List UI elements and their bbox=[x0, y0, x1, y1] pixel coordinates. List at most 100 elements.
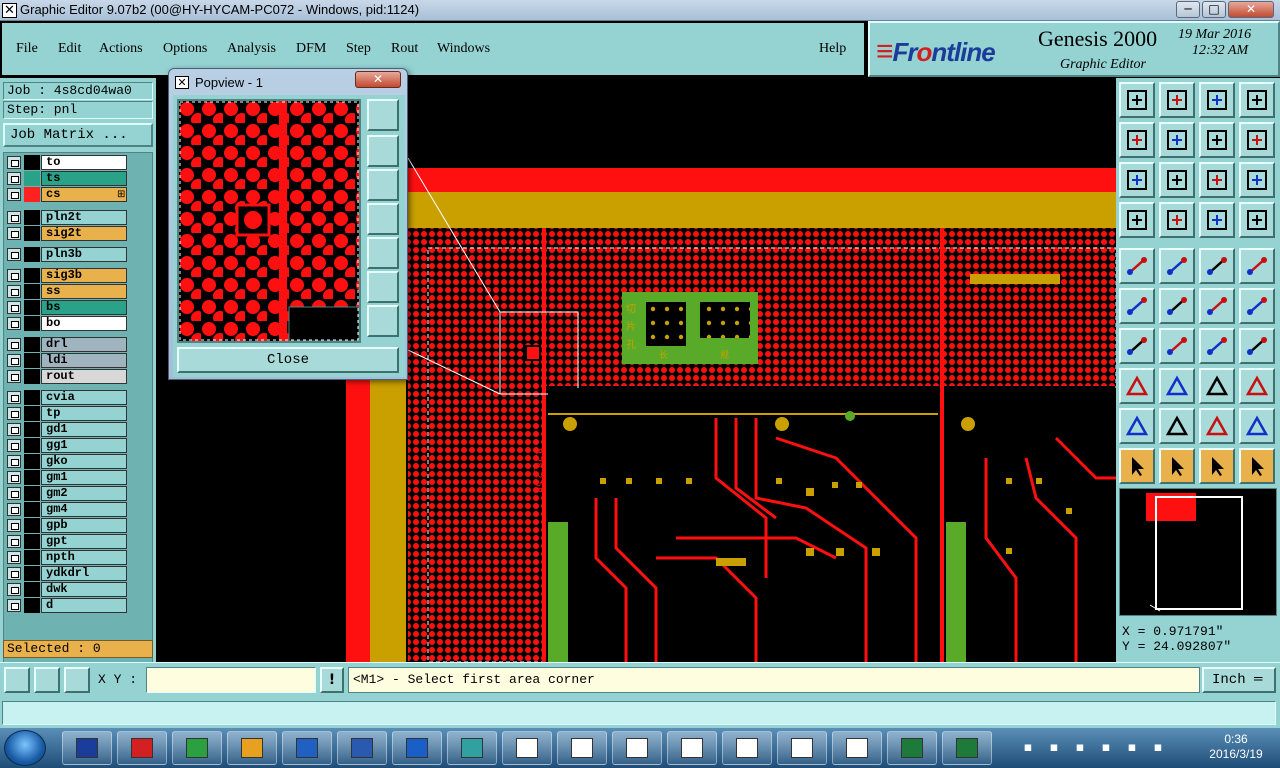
layer-name[interactable]: sig2t bbox=[41, 226, 127, 241]
layer-checkbox[interactable] bbox=[7, 211, 21, 224]
snap-intersect-tool-button[interactable] bbox=[1239, 288, 1275, 324]
grid-mode-button[interactable] bbox=[64, 667, 90, 693]
measure-tool-button[interactable] bbox=[1119, 202, 1155, 238]
layer-row-to[interactable]: to bbox=[7, 155, 127, 170]
taskbar-notes-button[interactable] bbox=[282, 731, 332, 765]
layer-row-cvia[interactable]: cvia bbox=[7, 390, 127, 405]
taskbar-frontline-f-button[interactable] bbox=[172, 731, 222, 765]
layer-checkbox[interactable] bbox=[7, 487, 21, 500]
layer-toggle-all-tool-button[interactable] bbox=[1239, 202, 1275, 238]
layer-name[interactable]: cs bbox=[41, 187, 127, 202]
menu-rout[interactable]: Rout bbox=[391, 41, 418, 57]
layer-color-swatch[interactable] bbox=[24, 337, 40, 352]
taskbar-clock[interactable]: 0:36 2016/3/19 bbox=[1196, 732, 1276, 762]
popview-pan-left-button[interactable] bbox=[367, 203, 399, 235]
add-pad-tool-button[interactable] bbox=[1119, 248, 1155, 284]
layer-row-rout[interactable]: rout bbox=[7, 369, 127, 384]
taskbar-graphic-editor-2-button[interactable] bbox=[557, 731, 607, 765]
layer-name[interactable]: pln3b bbox=[41, 247, 127, 262]
popview-close-button[interactable]: Close bbox=[177, 347, 399, 373]
layer-row-gpt[interactable]: gpt bbox=[7, 534, 127, 549]
layer-name[interactable]: tp bbox=[41, 406, 127, 421]
layer-color-swatch[interactable] bbox=[24, 502, 40, 517]
layer-color-swatch[interactable] bbox=[24, 438, 40, 453]
layer-checkbox[interactable] bbox=[7, 338, 21, 351]
taskbar-eye-button[interactable] bbox=[447, 731, 497, 765]
zoom-window-tool-button[interactable] bbox=[1239, 82, 1275, 118]
layer-row-bs[interactable]: bs bbox=[7, 300, 127, 315]
layer-color-swatch[interactable] bbox=[24, 422, 40, 437]
layer-name[interactable]: npth bbox=[41, 550, 127, 565]
taskbar-graphic-editor-4-button[interactable] bbox=[667, 731, 717, 765]
layer-checkbox[interactable] bbox=[7, 439, 21, 452]
layer-color-swatch[interactable] bbox=[24, 390, 40, 405]
layer-name[interactable]: gd1 bbox=[41, 422, 127, 437]
snap-vertex-tool-button[interactable] bbox=[1119, 288, 1155, 324]
flip-tool-button[interactable] bbox=[1239, 328, 1275, 364]
speaker-icon[interactable]: ▪ bbox=[1150, 740, 1166, 756]
layer-row-pln2t[interactable]: pln2t bbox=[7, 210, 127, 225]
layer-color-swatch[interactable] bbox=[24, 268, 40, 283]
layer-checkbox[interactable] bbox=[7, 248, 21, 261]
ruler-tool-button[interactable] bbox=[1199, 248, 1235, 284]
grid-tool-button[interactable] bbox=[1159, 202, 1195, 238]
layer-color-swatch[interactable] bbox=[24, 518, 40, 533]
layer-row-ldi[interactable]: ldi bbox=[7, 353, 127, 368]
layer-row-d[interactable]: d bbox=[7, 598, 127, 613]
zoom-fit-tool-button[interactable] bbox=[1159, 82, 1195, 118]
layer-checkbox[interactable] bbox=[7, 285, 21, 298]
layer-color-swatch[interactable] bbox=[24, 598, 40, 613]
draw-line-tool-button[interactable] bbox=[1119, 328, 1155, 364]
query-tool-button[interactable] bbox=[1239, 162, 1275, 198]
popview-pan-down-button[interactable] bbox=[367, 169, 399, 201]
popview-pan-up-button[interactable] bbox=[367, 135, 399, 167]
units-selector[interactable]: Inch ═ bbox=[1202, 667, 1276, 693]
pointer-tool-button[interactable] bbox=[1119, 448, 1155, 484]
layer-name[interactable]: ldi bbox=[41, 353, 127, 368]
layer-row-gm1[interactable]: gm1 bbox=[7, 470, 127, 485]
layer-name[interactable]: gpt bbox=[41, 534, 127, 549]
select-group-tool-button[interactable] bbox=[1239, 368, 1275, 404]
exclamation-button[interactable]: ! bbox=[320, 667, 344, 693]
overview-map[interactable] bbox=[1119, 488, 1277, 616]
layer-name[interactable]: gm1 bbox=[41, 470, 127, 485]
taskbar-genesis-button[interactable] bbox=[117, 731, 167, 765]
menu-analysis[interactable]: Analysis bbox=[227, 41, 276, 57]
layer-color-swatch[interactable] bbox=[24, 582, 40, 597]
measure-mode-button[interactable] bbox=[34, 667, 60, 693]
layer-color-swatch[interactable] bbox=[24, 534, 40, 549]
layer-color-swatch[interactable] bbox=[24, 454, 40, 469]
popview-zoom-out-button[interactable] bbox=[367, 305, 399, 337]
menu-help[interactable]: Help bbox=[819, 41, 846, 57]
layer-name[interactable]: ss bbox=[41, 284, 127, 299]
redraw-tool-button[interactable] bbox=[1239, 122, 1275, 158]
frontline-icon[interactable]: ▪ bbox=[1020, 740, 1036, 756]
menu-options[interactable]: Options bbox=[163, 41, 207, 57]
minimize-button[interactable]: ─ bbox=[1176, 1, 1200, 18]
layer-name[interactable]: bs bbox=[41, 300, 127, 315]
popview-zoom-fit-button[interactable] bbox=[367, 99, 399, 131]
layer-checkbox[interactable] bbox=[7, 317, 21, 330]
menu-actions[interactable]: Actions bbox=[99, 41, 143, 57]
layer-row-bo[interactable]: bo bbox=[7, 316, 127, 331]
layer-checkbox[interactable] bbox=[7, 503, 21, 516]
layer-color-swatch[interactable] bbox=[24, 247, 40, 262]
select-pad-tool-button[interactable] bbox=[1119, 368, 1155, 404]
scale-1-2-tool-button[interactable] bbox=[1199, 162, 1235, 198]
layer-checkbox[interactable] bbox=[7, 370, 21, 383]
layer-color-swatch[interactable] bbox=[24, 226, 40, 241]
layer-name[interactable]: cvia bbox=[41, 390, 127, 405]
layer-name[interactable]: gko bbox=[41, 454, 127, 469]
layer-checkbox[interactable] bbox=[7, 455, 21, 468]
snap-edge-tool-button[interactable] bbox=[1199, 288, 1235, 324]
close-button[interactable]: ✕ bbox=[1228, 1, 1274, 18]
layer-checkbox[interactable] bbox=[7, 172, 21, 185]
snap-mode-button[interactable] bbox=[4, 667, 30, 693]
layer-color-swatch[interactable] bbox=[24, 353, 40, 368]
layer-row-dwk[interactable]: dwk bbox=[7, 582, 127, 597]
taskbar-graphic-editor-3-button[interactable] bbox=[612, 731, 662, 765]
taskbar-save-button[interactable] bbox=[62, 731, 112, 765]
layer-row-gd1[interactable]: gd1 bbox=[7, 422, 127, 437]
layer-name[interactable]: gm2 bbox=[41, 486, 127, 501]
job-matrix-button[interactable]: Job Matrix ... bbox=[3, 123, 153, 147]
